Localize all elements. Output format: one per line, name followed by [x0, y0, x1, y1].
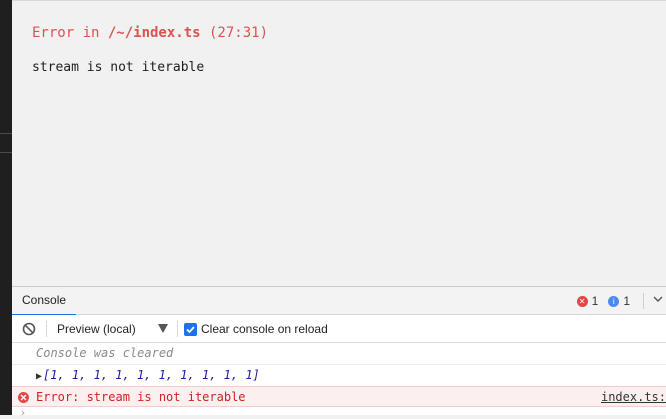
- console-toolbar: Preview (local) Clear console on reload: [12, 315, 666, 343]
- error-location: (27:31): [200, 25, 269, 41]
- clear-on-reload-label[interactable]: Clear console on reload: [201, 315, 328, 343]
- devtools-panel: Console ✕ 1 i 1 Preview (local) Clear co…: [12, 286, 666, 419]
- info-count: 1: [623, 294, 630, 308]
- tab-console[interactable]: Console: [12, 287, 77, 316]
- console-array-entry[interactable]: ▶[1, 1, 1, 1, 1, 1, 1, 1, 1, 1]: [12, 364, 666, 384]
- error-count: 1: [591, 294, 599, 308]
- source-link[interactable]: index.ts:: [601, 387, 666, 407]
- error-icon: [18, 392, 29, 403]
- chevron-down-icon[interactable]: [652, 293, 664, 308]
- context-selector[interactable]: Preview (local): [57, 315, 136, 343]
- toolbar-separator: [46, 321, 47, 337]
- error-prefix: Error in: [32, 25, 108, 41]
- editor-side-strip: [0, 0, 12, 415]
- clear-on-reload-checkbox[interactable]: [184, 323, 197, 336]
- error-message: stream is not iterable: [32, 60, 205, 75]
- toolbar-separator: [177, 321, 178, 337]
- console-error-entry: Error: stream is not iterable index.ts:: [12, 386, 666, 407]
- console-prompt-icon[interactable]: ›: [20, 408, 26, 419]
- devtools-tabbar: Console ✕ 1 i 1: [12, 287, 666, 316]
- clear-console-icon[interactable]: [22, 322, 36, 336]
- issue-counters[interactable]: ✕ 1 i 1: [576, 287, 636, 315]
- caret-down-icon[interactable]: [158, 324, 168, 333]
- console-cleared-message: Console was cleared: [36, 346, 174, 360]
- preview-pane: Error in /~/index.ts (27:31) stream is n…: [12, 0, 666, 286]
- error-heading: Error in /~/index.ts (27:31): [32, 25, 268, 41]
- strip-divider: [0, 133, 12, 134]
- array-text: [1, 1, 1, 1, 1, 1, 1, 1, 1, 1]: [43, 368, 260, 382]
- tabbar-divider: [643, 293, 644, 309]
- error-count-icon: ✕: [576, 295, 588, 307]
- info-count-icon: i: [608, 295, 620, 307]
- expand-triangle-icon[interactable]: ▶: [36, 371, 42, 382]
- error-file-path[interactable]: /~/index.ts: [108, 25, 201, 41]
- strip-divider: [0, 152, 12, 153]
- error-text: Error: stream is not iterable: [36, 390, 246, 404]
